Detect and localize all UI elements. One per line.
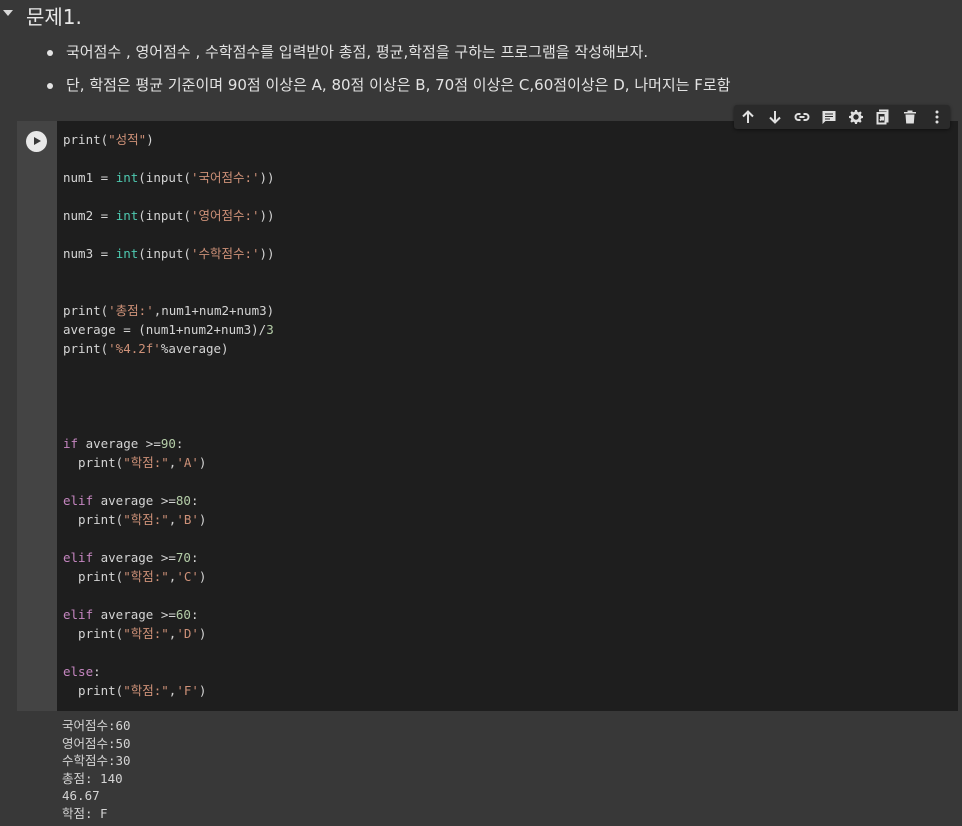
code-line: print('총점:',num1+num2+num3) [63,303,275,318]
code-line: print("학점:",'A') [63,455,207,470]
mirror-cell-icon [876,109,888,125]
more-actions-button[interactable] [926,106,948,128]
code-line: print("학점:",'C') [63,569,207,584]
collapse-arrow-icon[interactable] [3,10,13,16]
move-cell-down-button[interactable] [764,106,786,128]
code-line: elif average >=70: [63,550,199,565]
add-comment-button[interactable] [818,106,840,128]
code-line: print('%4.2f'%average) [63,341,229,356]
code-line: print("학점:",'F') [63,683,207,698]
arrow-up-icon [741,110,754,123]
bullet-item: 국어점수 , 영어점수 , 수학점수를 입력받아 총점, 평균,학점을 구하는 … [45,36,731,69]
code-line: print("학점:",'B') [63,512,207,527]
code-line: print("학점:",'D') [63,626,207,641]
link-icon [794,113,809,121]
more-vert-icon [935,110,938,124]
code-line: num1 = int(input('국어점수:')) [63,170,275,185]
comment-icon [822,111,835,124]
code-cell: print("성적") num1 = int(input('국어점수:')) num… [17,121,958,711]
code-line: num2 = int(input('영어점수:')) [63,208,275,223]
section-title: 문제1. [26,5,82,29]
code-line: num3 = int(input('수학점수:')) [63,246,275,261]
cell-output: 국어점수:60 영어점수:50 수학점수:30 총점: 140 46.67 학점: F [17,711,958,826]
cell-gutter [17,121,57,711]
code-line: average = (num1+num2+num3)/3 [63,322,274,337]
output-line: 학점: F [62,805,108,821]
output-line: 영어점수:50 [62,735,131,751]
run-cell-button[interactable] [26,131,47,152]
output-line: 수학점수:30 [62,753,131,768]
code-line: else: [63,664,101,679]
copy-link-button[interactable] [791,106,813,128]
output-text: 국어점수:60 영어점수:50 수학점수:30 총점: 140 46.67 학점: F [62,717,131,822]
gear-icon [848,110,863,124]
section-header: 문제1. [0,0,962,30]
cell-settings-button[interactable] [845,106,867,128]
notebook-page: 문제1. 국어점수 , 영어점수 , 수학점수를 입력받아 총점, 평균,학점을… [0,0,962,826]
cell-toolbar [734,105,950,129]
problem-description: 국어점수 , 영어점수 , 수학점수를 입력받아 총점, 평균,학점을 구하는 … [45,36,731,102]
code-line: elif average >=80: [63,493,199,508]
code-editor[interactable]: print("성적") num1 = int(input('국어점수:')) num… [63,130,953,705]
code-line: if average >=90: [63,436,184,451]
bullet-item: 단, 학점은 평균 기준이며 90점 이상은 A, 80점 이상은 B, 70점… [45,69,731,102]
move-cell-up-button[interactable] [737,106,759,128]
delete-cell-button[interactable] [899,106,921,128]
output-line: 국어점수:60 [62,718,131,733]
mirror-cell-button[interactable] [872,106,894,128]
arrow-down-icon [768,111,781,124]
code-line: elif average >=60: [63,607,199,622]
trash-icon [903,110,916,124]
output-line: 46.67 [62,788,100,803]
code-line: print("성적") [63,132,154,147]
output-line: 총점: 140 [62,770,123,786]
